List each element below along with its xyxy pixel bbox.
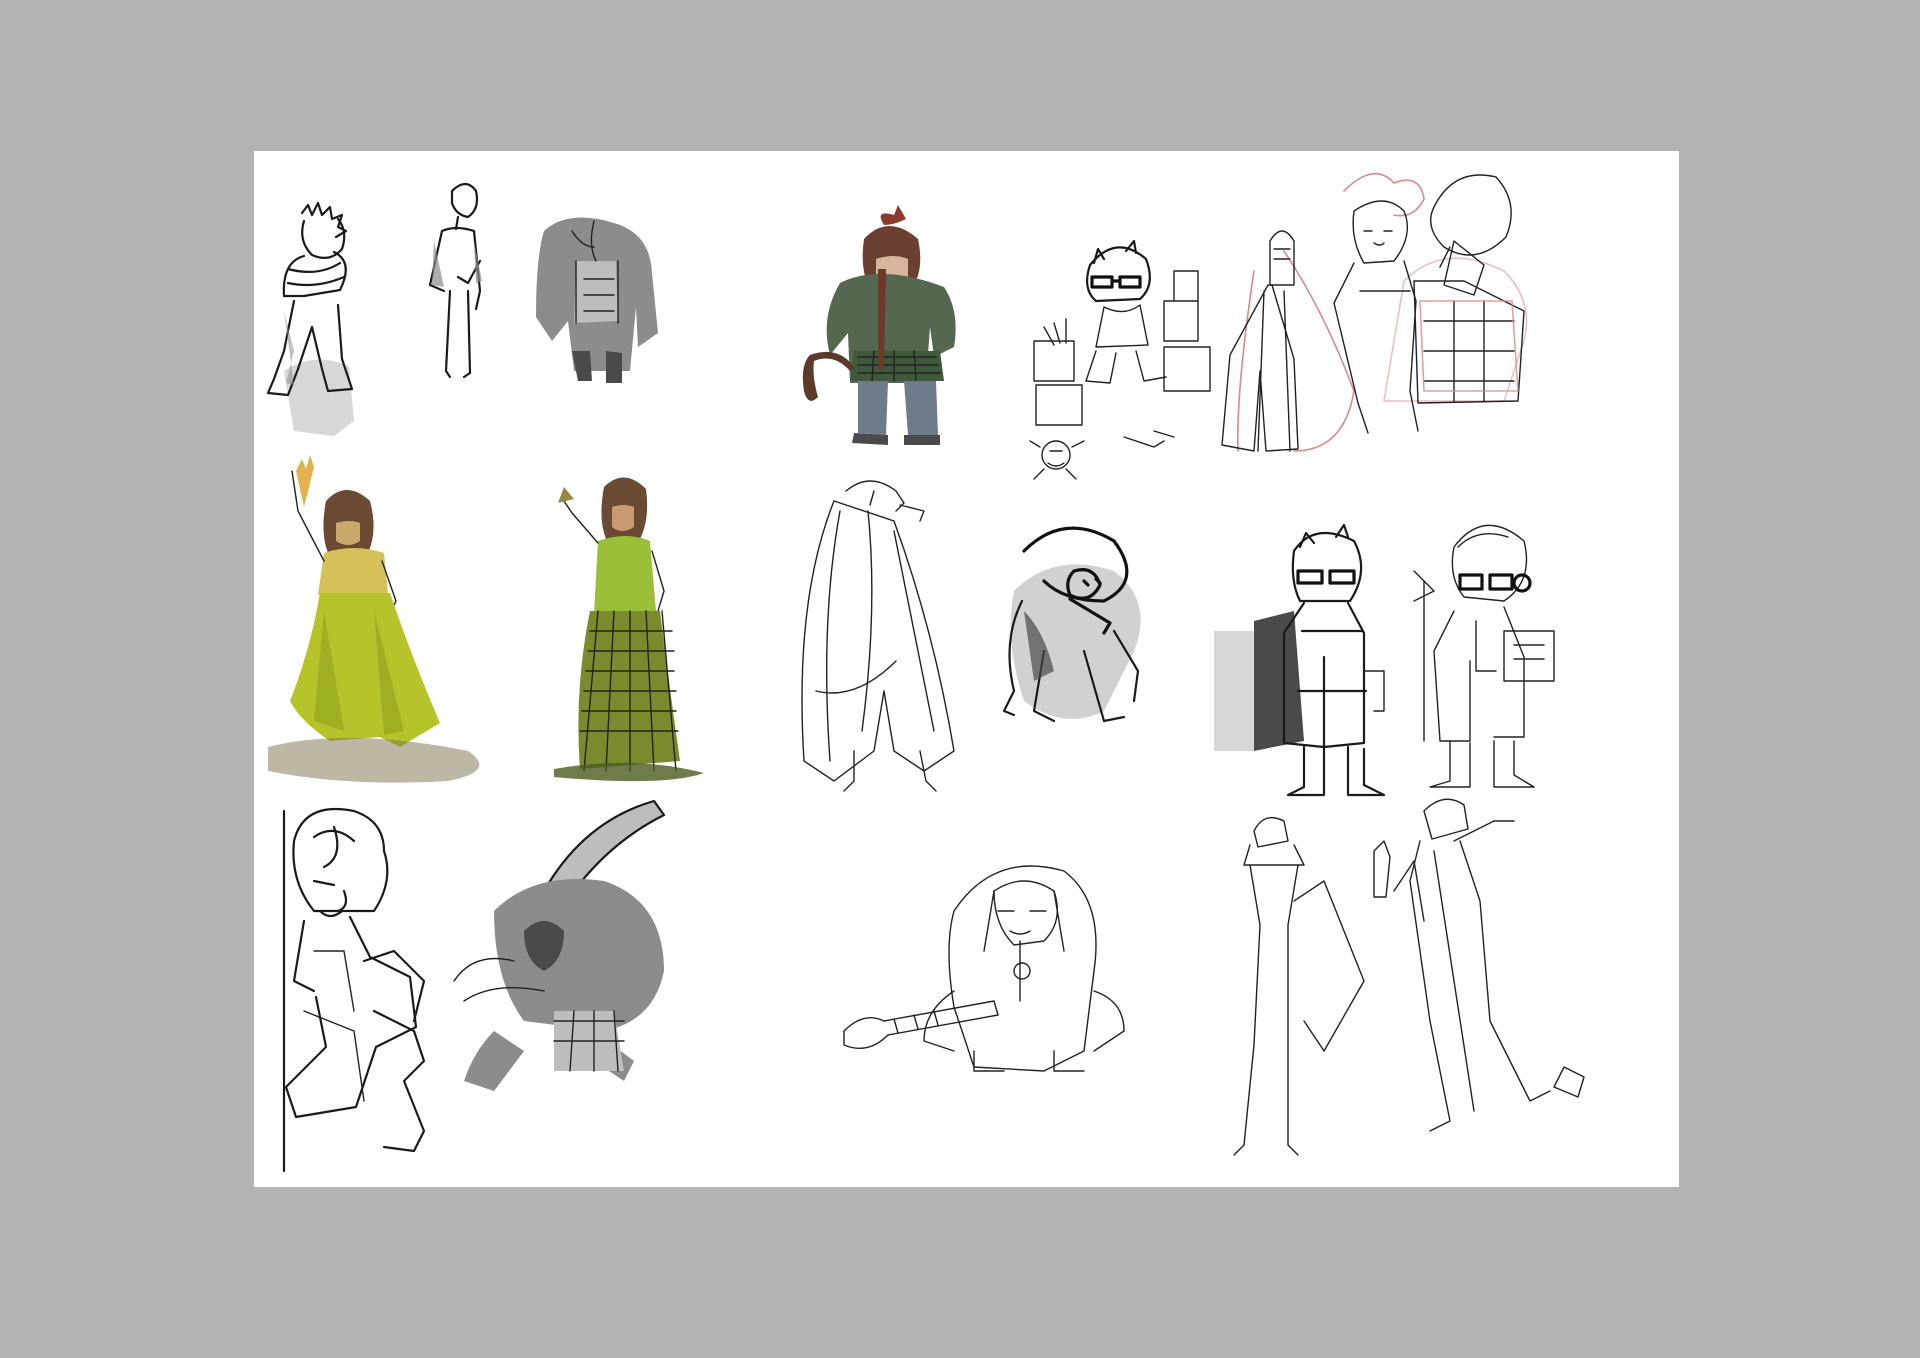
character-sketch-sheet [254,151,1679,1187]
kid-with-headphones [1413,524,1555,788]
man-with-glasses-and-coat [1214,523,1386,797]
two-tall-thin-figures [1233,798,1585,1156]
hooded-large-figure [536,217,658,383]
kid-with-glasses-and-boxes [1029,239,1211,480]
red-pencil-trio [1221,172,1528,452]
tall-thin-man [428,182,482,379]
sketch-canvas [266,172,1585,1173]
large-figure-with-hockey-stick [843,865,1125,1072]
boy-with-crossed-arms [266,201,354,436]
hunched-creature [1002,526,1141,723]
woman-in-plaid-skirt [554,477,704,782]
figure-swinging-hockey-stick [453,799,666,1091]
gray-backdrop [0,0,1920,1358]
woman-in-green-skirt [268,455,480,783]
tall-cloaked-figure [801,480,955,792]
girl-with-hockey-stick [802,205,956,445]
curly-haired-woman-crouching [282,807,426,1173]
